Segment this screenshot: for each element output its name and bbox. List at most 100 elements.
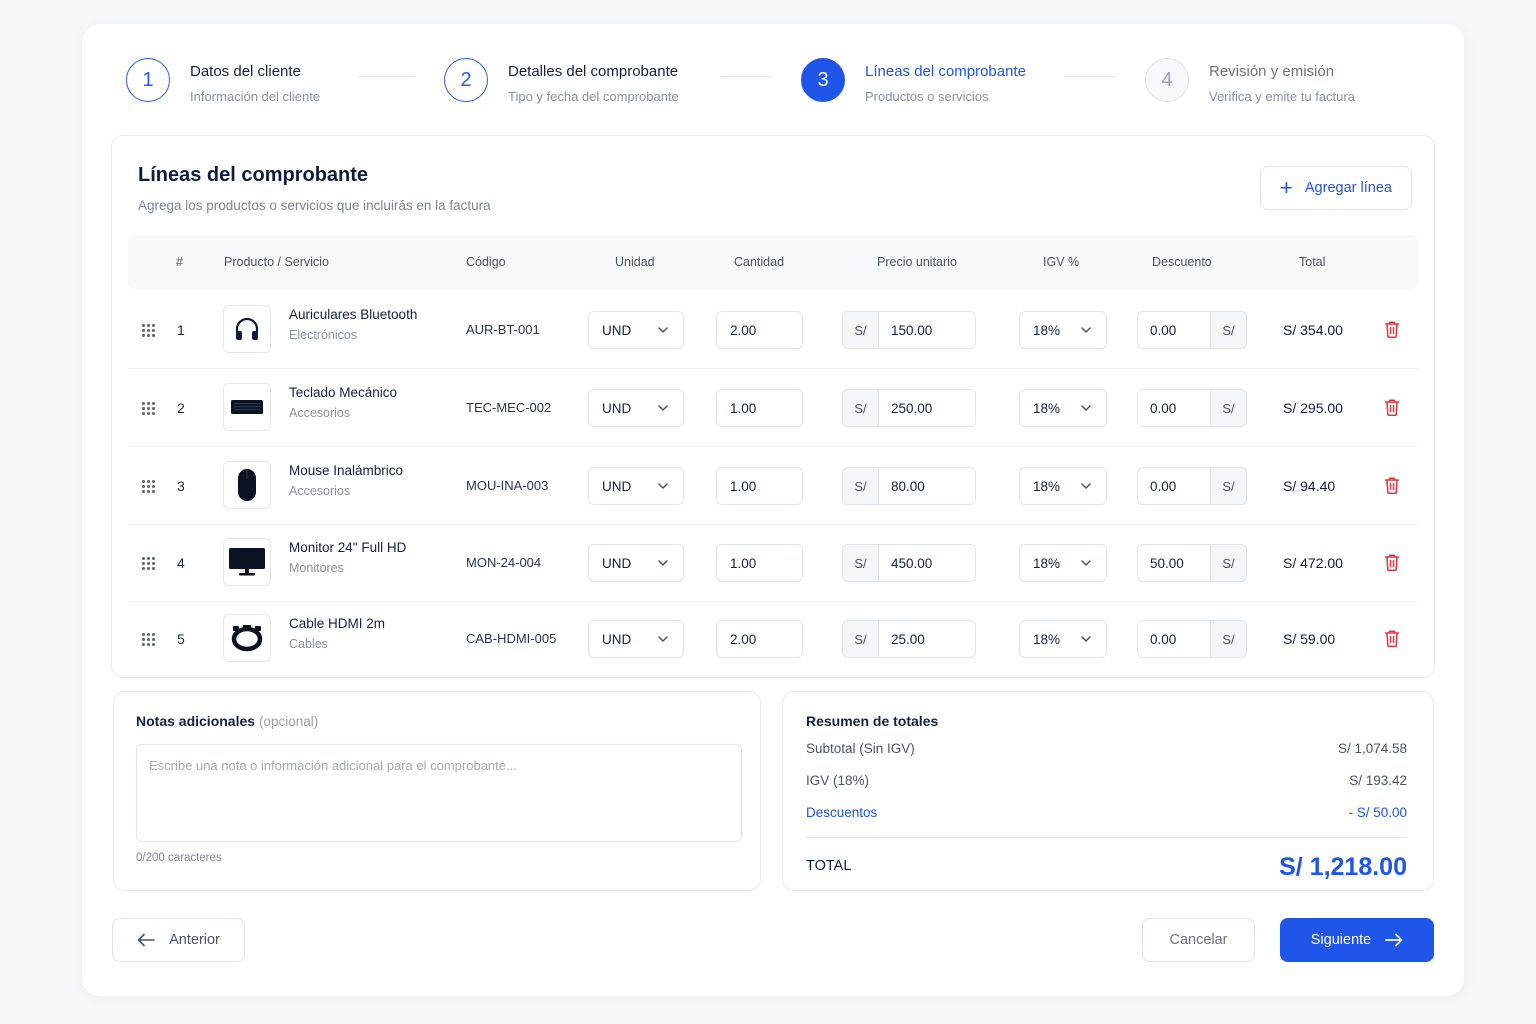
- trash-icon[interactable]: [1384, 398, 1400, 421]
- unit-price-field: S/: [842, 389, 976, 427]
- keyboard-icon: [223, 383, 271, 431]
- currency-prefix: S/: [843, 312, 879, 348]
- drag-handle-icon[interactable]: [142, 480, 156, 494]
- product-name: Cable HDMI 2m: [289, 616, 386, 631]
- igv-select[interactable]: 18%: [1019, 389, 1107, 427]
- step-1[interactable]: 1 Datos del cliente Información del clie…: [126, 58, 320, 104]
- previous-button[interactable]: Anterior: [112, 918, 245, 962]
- igv-select[interactable]: 18%: [1019, 311, 1107, 349]
- discount-input[interactable]: [1138, 468, 1210, 504]
- total-label: TOTAL: [806, 858, 852, 874]
- igv-select[interactable]: 18%: [1019, 467, 1107, 505]
- unit-price-input[interactable]: [879, 468, 975, 504]
- row-number: 5: [177, 631, 185, 647]
- subtotal-label: Subtotal (Sin IGV): [806, 741, 915, 756]
- discount-input[interactable]: [1138, 621, 1210, 657]
- drag-handle-icon[interactable]: [142, 633, 156, 647]
- header-igv: IGV %: [1043, 255, 1080, 269]
- chevron-down-icon: [1081, 636, 1091, 642]
- unit-price-input[interactable]: [879, 390, 975, 426]
- quantity-input[interactable]: [716, 311, 803, 349]
- igv-select[interactable]: 18%: [1019, 620, 1107, 658]
- unit-price-field: S/: [842, 467, 976, 505]
- quantity-input[interactable]: [716, 544, 803, 582]
- header-product: Producto / Servicio: [224, 255, 329, 269]
- currency-prefix: S/: [843, 468, 879, 504]
- step-number: 4: [1145, 58, 1189, 102]
- product-name: Teclado Mecánico: [289, 385, 398, 400]
- discount-input[interactable]: [1138, 545, 1210, 581]
- monitor-icon: [223, 538, 271, 586]
- quantity-input[interactable]: [716, 620, 803, 658]
- step-connector: [1064, 76, 1116, 77]
- quantity-input[interactable]: [716, 467, 803, 505]
- trash-icon[interactable]: [1384, 476, 1400, 499]
- row-number: 4: [177, 555, 185, 571]
- step-number: 1: [126, 58, 170, 102]
- notes-textarea[interactable]: [136, 744, 742, 842]
- unit-select[interactable]: UND: [588, 544, 684, 582]
- step-4[interactable]: 4 Revisión y emisión Verifica y emite tu…: [1145, 58, 1355, 104]
- unit-select[interactable]: UND: [588, 389, 684, 427]
- add-line-button[interactable]: + Agregar línea: [1260, 166, 1412, 210]
- row-number: 3: [177, 478, 185, 494]
- currency-suffix: S/: [1210, 312, 1246, 348]
- step-subtitle: Verifica y emite tu factura: [1209, 89, 1355, 104]
- unit-price-input[interactable]: [879, 621, 975, 657]
- discount-input[interactable]: [1138, 312, 1210, 348]
- notes-label-text: Notas adicionales: [136, 713, 256, 729]
- next-button[interactable]: Siguiente: [1280, 918, 1434, 962]
- header-total: Total: [1299, 255, 1326, 269]
- discount-input[interactable]: [1138, 390, 1210, 426]
- igv-select[interactable]: 18%: [1019, 544, 1107, 582]
- chevron-down-icon: [658, 405, 668, 411]
- product-code: CAB-HDMI-005: [466, 631, 557, 646]
- notes-panel: Notas adicionales (opcional) 0/200 carac…: [113, 691, 761, 891]
- drag-handle-icon[interactable]: [142, 557, 156, 571]
- unit-price-field: S/: [842, 544, 976, 582]
- currency-suffix: S/: [1210, 545, 1246, 581]
- lines-panel: Líneas del comprobante Agrega los produc…: [111, 135, 1435, 678]
- unit-price-input[interactable]: [879, 545, 975, 581]
- header-unit: Unidad: [615, 255, 655, 269]
- step-subtitle: Productos o servicios: [865, 89, 989, 104]
- totals-summary-panel: Resumen de totales Subtotal (Sin IGV) S/…: [782, 691, 1434, 891]
- quantity-input[interactable]: [716, 389, 803, 427]
- chevron-down-icon: [658, 483, 668, 489]
- product-code: MOU-INA-003: [466, 478, 549, 493]
- mouse-icon: [223, 461, 271, 509]
- discounts-value: - S/ 50.00: [1348, 805, 1407, 820]
- chevron-down-icon: [1081, 405, 1091, 411]
- unit-select[interactable]: UND: [588, 311, 684, 349]
- discount-field: S/: [1137, 467, 1247, 505]
- unit-price-input[interactable]: [879, 312, 975, 348]
- header-number: #: [176, 255, 183, 269]
- line-total: S/ 354.00: [1283, 322, 1343, 338]
- drag-handle-icon[interactable]: [142, 402, 156, 416]
- product-code: TEC-MEC-002: [466, 400, 552, 415]
- chevron-down-icon: [658, 560, 668, 566]
- unit-value: UND: [602, 322, 632, 338]
- line-total: S/ 59.00: [1283, 631, 1336, 647]
- step-3[interactable]: 3 Líneas del comprobante Productos o ser…: [801, 58, 1026, 104]
- trash-icon[interactable]: [1384, 320, 1400, 343]
- section-title: Líneas del comprobante: [138, 164, 369, 186]
- discount-field: S/: [1137, 620, 1247, 658]
- trash-icon[interactable]: [1384, 553, 1400, 576]
- step-2[interactable]: 2 Detalles del comprobante Tipo y fecha …: [444, 58, 679, 104]
- currency-prefix: S/: [843, 545, 879, 581]
- discount-field: S/: [1137, 389, 1247, 427]
- row-number: 1: [177, 322, 185, 338]
- drag-handle-icon[interactable]: [142, 324, 156, 338]
- trash-icon[interactable]: [1384, 629, 1400, 652]
- arrow-left-icon: [137, 933, 155, 947]
- step-title: Detalles del comprobante: [508, 63, 679, 80]
- igv-value: 18%: [1033, 555, 1061, 571]
- unit-select[interactable]: UND: [588, 620, 684, 658]
- row-number: 2: [177, 400, 185, 416]
- discounts-label: Descuentos: [806, 805, 878, 820]
- line-total: S/ 472.00: [1283, 555, 1343, 571]
- unit-select[interactable]: UND: [588, 467, 684, 505]
- cancel-button[interactable]: Cancelar: [1142, 918, 1255, 962]
- step-subtitle: Tipo y fecha del comprobante: [508, 89, 679, 104]
